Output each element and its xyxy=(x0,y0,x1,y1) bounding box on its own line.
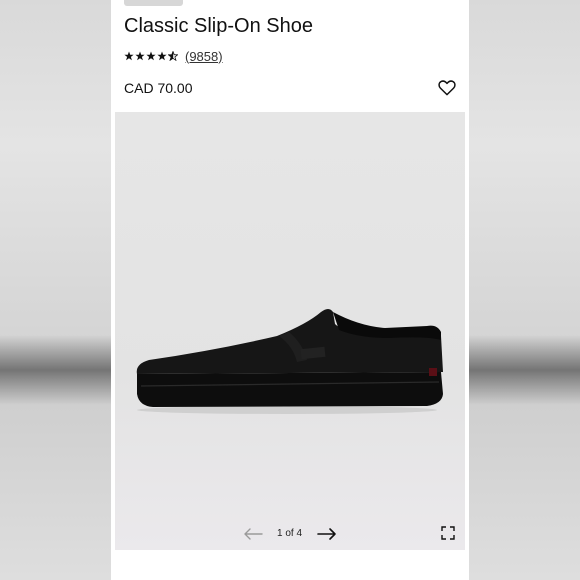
product-badge xyxy=(124,0,183,6)
product-price: CAD 70.00 xyxy=(124,80,193,96)
gallery-pager: 1 of 4 xyxy=(277,528,303,539)
star-icon xyxy=(157,51,167,61)
background-blur-right xyxy=(468,0,580,580)
product-image-gallery[interactable]: 1 of 4 xyxy=(115,112,465,550)
product-rating[interactable]: (9858) xyxy=(124,48,223,64)
arrow-right-icon[interactable] xyxy=(317,527,337,541)
expand-icon[interactable] xyxy=(441,526,455,540)
shoe-image xyxy=(136,309,443,414)
star-half-icon xyxy=(168,51,178,61)
gallery-controls: 1 of 4 xyxy=(115,520,465,550)
star-icon xyxy=(135,51,145,61)
star-icon xyxy=(146,51,156,61)
product-card: Classic Slip-On Shoe (9858) CAD 70.00 1 … xyxy=(111,0,469,580)
rating-stars xyxy=(124,51,178,61)
background-blur-left xyxy=(0,0,111,580)
product-title: Classic Slip-On Shoe xyxy=(124,15,313,37)
star-icon xyxy=(124,51,134,61)
arrow-left-icon[interactable] xyxy=(243,527,263,541)
heart-icon[interactable] xyxy=(438,79,456,96)
review-count-link[interactable]: (9858) xyxy=(185,49,223,64)
